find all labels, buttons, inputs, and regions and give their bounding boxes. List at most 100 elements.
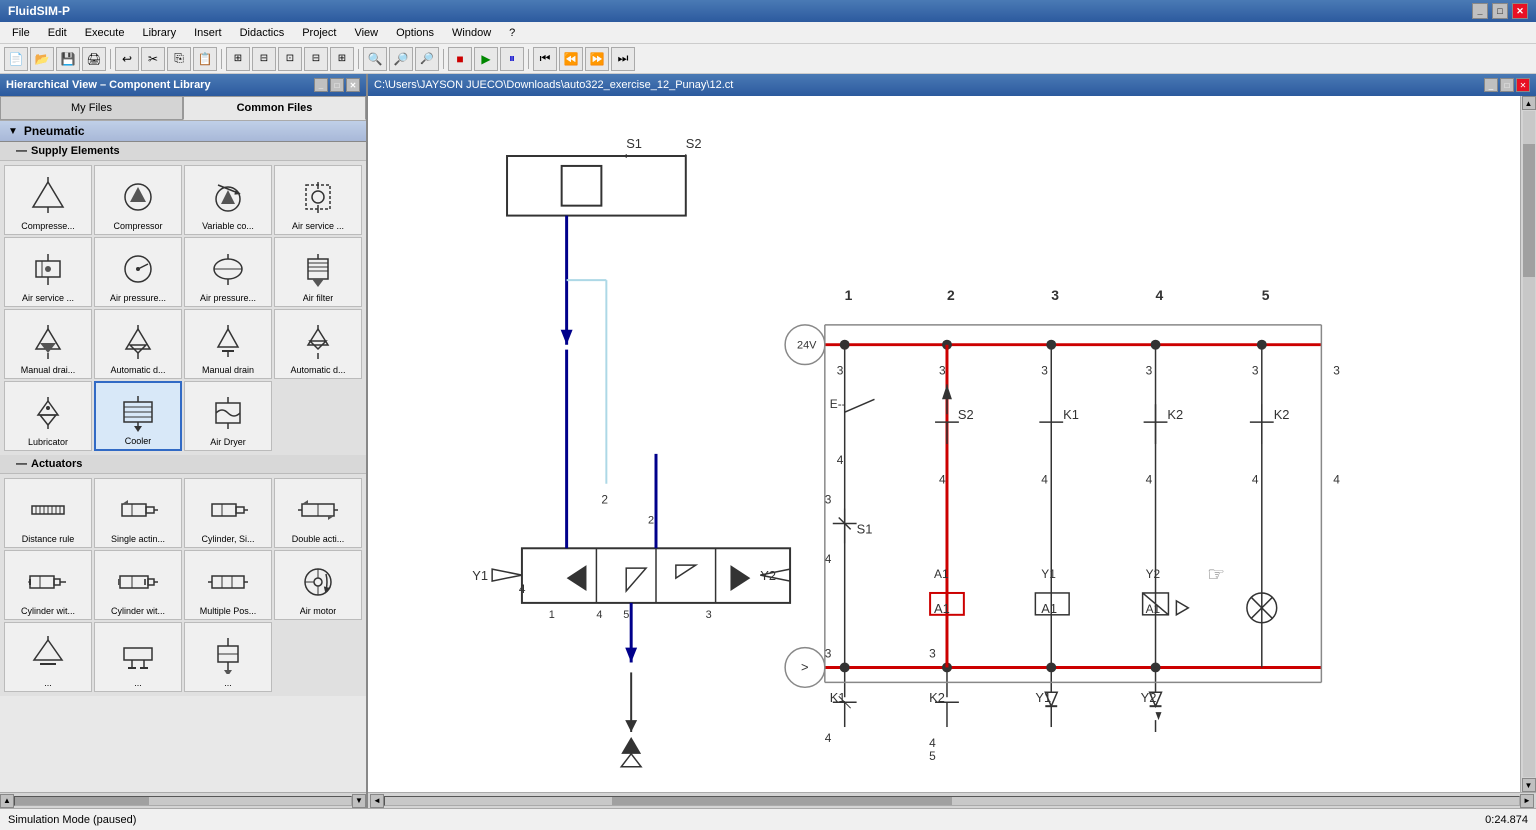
component-distance-rule[interactable]: Distance rule [4,478,92,548]
canvas-minimize[interactable]: _ [1484,78,1498,92]
scrollbar-track-v [1523,111,1535,777]
close-btn[interactable]: ✕ [1512,3,1528,19]
unk2-label: ... [134,678,142,689]
maximize-btn[interactable]: □ [1492,3,1508,19]
component-cooler[interactable]: Cooler [94,381,182,451]
svg-text:S2: S2 [958,407,974,422]
scroll-thumb[interactable] [15,797,149,805]
svg-text:4: 4 [1333,473,1340,487]
component-double-act[interactable]: Double acti... [274,478,362,548]
tb-open[interactable]: 📂 [30,47,54,71]
component-unk3[interactable]: ... [184,622,272,692]
canvas-close[interactable]: ✕ [1516,78,1530,92]
panel-close[interactable]: ✕ [346,78,360,92]
tb-print[interactable]: 🖨 [82,47,106,71]
tb-play[interactable]: ▶ [474,47,498,71]
unk1-label: ... [44,678,52,689]
component-air-pressure2[interactable]: Air pressure... [184,237,272,307]
tb-save[interactable]: 💾 [56,47,80,71]
scroll-track [14,796,352,806]
tb-zoom-out[interactable]: 🔎 [415,47,439,71]
panel-minimize[interactable]: _ [314,78,328,92]
scrollbar-thumb-h[interactable] [612,797,952,805]
menu-project[interactable]: Project [294,25,344,41]
component-auto-drain1[interactable]: Automatic d... [94,309,182,379]
menu-help[interactable]: ? [501,25,523,41]
component-multiple-pos[interactable]: Multiple Pos... [184,550,272,620]
component-air-filter[interactable]: Air filter [274,237,362,307]
subsection-supply-elements[interactable]: — Supply Elements [0,142,366,161]
component-air-service2[interactable]: Air service ... [4,237,92,307]
tabs-row: My Files Common Files [0,96,366,121]
tb-align2[interactable]: ⊟ [252,47,276,71]
component-air-pressure1[interactable]: Air pressure... [94,237,182,307]
component-cyl-wit2[interactable]: Cylinder wit... [94,550,182,620]
panel-maximize[interactable]: □ [330,78,344,92]
tb-align3[interactable]: ⊡ [278,47,302,71]
svg-text:5: 5 [929,749,936,763]
tb-zoom-in[interactable]: 🔎 [389,47,413,71]
component-unk1[interactable]: ... [4,622,92,692]
svg-text:3: 3 [1041,363,1048,377]
svg-text:4: 4 [825,731,832,745]
tb-step-fwd[interactable]: ⏩ [585,47,609,71]
component-manual-drain2[interactable]: Manual drain [184,309,272,379]
component-manual-drain1[interactable]: Manual drai... [4,309,92,379]
menu-execute[interactable]: Execute [77,25,133,41]
component-lubricator[interactable]: Lubricator [4,381,92,451]
tb-rew[interactable]: ⏮ [533,47,557,71]
menu-view[interactable]: View [346,25,386,41]
cyl-wit2-icon [116,560,160,604]
tb-paste[interactable]: 📋 [193,47,217,71]
component-cylinder-si[interactable]: Cylinder, Si... [184,478,272,548]
double-act-icon [296,488,340,532]
scrollbar-left-btn[interactable]: ◄ [370,794,384,808]
component-air-dryer[interactable]: Air Dryer [184,381,272,451]
tb-copy[interactable]: ⎘ [167,47,191,71]
canvas-maximize[interactable]: □ [1500,78,1514,92]
component-unk2[interactable]: ... [94,622,182,692]
svg-text:4: 4 [825,552,832,566]
scrollbar-right-btn[interactable]: ► [1520,794,1534,808]
component-variable-comp[interactable]: Variable co... [184,165,272,235]
menu-insert[interactable]: Insert [186,25,230,41]
tb-stop[interactable]: ■ [448,47,472,71]
component-air-motor[interactable]: Air motor [274,550,362,620]
menu-edit[interactable]: Edit [40,25,75,41]
component-air-service1[interactable]: Air service ... [274,165,362,235]
menu-library[interactable]: Library [134,25,184,41]
tab-my-files[interactable]: My Files [0,96,183,120]
tb-align1[interactable]: ⊞ [226,47,250,71]
component-auto-drain2[interactable]: Automatic d... [274,309,362,379]
menu-options[interactable]: Options [388,25,442,41]
scroll-down[interactable]: ▼ [352,794,366,808]
component-compressor2[interactable]: Compressor [94,165,182,235]
tb-zoom-fit[interactable]: 🔍 [363,47,387,71]
tb-step-back[interactable]: ⏪ [559,47,583,71]
tab-common-files[interactable]: Common Files [183,96,366,120]
scroll-up[interactable]: ▲ [0,794,14,808]
section-pneumatic[interactable]: ▼ Pneumatic [0,121,366,142]
scrollbar-down-btn[interactable]: ▼ [1522,778,1536,792]
tb-undo[interactable]: ↩ [115,47,139,71]
scrollbar-thumb-v[interactable] [1523,144,1535,277]
tb-fwd[interactable]: ⏭ [611,47,635,71]
svg-text:3: 3 [1051,287,1059,303]
component-compressor1[interactable]: Compresse... [4,165,92,235]
minimize-btn[interactable]: _ [1472,3,1488,19]
tb-new[interactable]: 📄 [4,47,28,71]
tb-align4[interactable]: ⊟ [304,47,328,71]
subsection-actuators[interactable]: — Actuators [0,455,366,474]
toolbar: 📄 📂 💾 🖨 ↩ ✂ ⎘ 📋 ⊞ ⊟ ⊡ ⊟ ⊞ 🔍 🔎 🔎 ■ ▶ ⏸ ⏮ … [0,44,1536,74]
menu-didactics[interactable]: Didactics [232,25,293,41]
menu-file[interactable]: File [4,25,38,41]
scrollbar-up-btn[interactable]: ▲ [1522,96,1536,110]
tb-cut[interactable]: ✂ [141,47,165,71]
menu-window[interactable]: Window [444,25,499,41]
component-single-act[interactable]: Single actin... [94,478,182,548]
tb-align5[interactable]: ⊞ [330,47,354,71]
component-cyl-wit1[interactable]: Cylinder wit... [4,550,92,620]
tb-pause[interactable]: ⏸ [500,47,524,71]
svg-text:4: 4 [596,609,602,621]
canvas-area[interactable]: S1 S2 4 2 [368,96,1520,792]
